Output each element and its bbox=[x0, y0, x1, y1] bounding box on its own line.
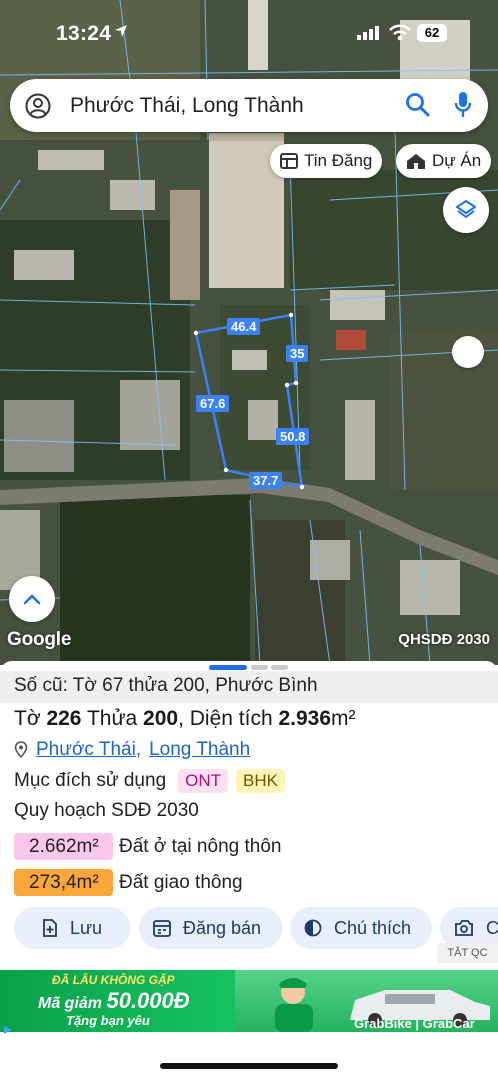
land-use-purpose: Mục đích sử dụng ONT BHK bbox=[14, 769, 285, 793]
plan-area-value: 2.662m² bbox=[14, 833, 113, 860]
location-dot-button[interactable] bbox=[452, 336, 484, 368]
cellular-signal-icon bbox=[357, 26, 379, 40]
comma-separator: , bbox=[135, 739, 142, 760]
dimension-label-top: 46.4 bbox=[227, 318, 261, 335]
post-sale-label: Đăng bán bbox=[183, 917, 262, 938]
district-link[interactable]: Long Thành bbox=[149, 739, 250, 761]
wifi-icon bbox=[389, 24, 411, 41]
plan-label: Quy hoạch SDĐ 2030 bbox=[14, 800, 199, 821]
ad-discount-amount: 50.000Đ bbox=[106, 988, 190, 1013]
home-indicator[interactable] bbox=[160, 1063, 338, 1069]
close-ad-button[interactable]: TẮT QC bbox=[437, 943, 498, 963]
plan-area-type: Đất ở tại nông thôn bbox=[119, 835, 282, 857]
chevron-up-icon bbox=[23, 594, 41, 605]
google-attribution: Google bbox=[7, 629, 72, 650]
legend-label: Chú thích bbox=[334, 917, 412, 938]
area-unit: m² bbox=[331, 707, 356, 730]
house-icon bbox=[407, 153, 425, 169]
sheet-handle-active[interactable] bbox=[209, 665, 247, 670]
legend-button[interactable]: Chú thích bbox=[290, 907, 432, 949]
capture-label: C bbox=[486, 917, 498, 938]
ward-link[interactable]: Phước Thái bbox=[36, 739, 136, 761]
expand-up-button[interactable] bbox=[9, 576, 55, 622]
search-input[interactable] bbox=[70, 93, 390, 118]
contrast-icon bbox=[304, 919, 322, 937]
purpose-tag-bhk[interactable]: BHK bbox=[236, 769, 285, 793]
purpose-tag-ont[interactable]: ONT bbox=[178, 769, 229, 793]
action-bar: Lưu Đăng bán Chú thích C bbox=[14, 907, 498, 949]
ad-brand: GrabBike | GrabCar bbox=[354, 1016, 475, 1031]
microphone-icon[interactable] bbox=[454, 91, 472, 119]
dimension-label-bottom: 37.7 bbox=[249, 472, 283, 489]
account-icon[interactable] bbox=[25, 93, 51, 119]
status-time: 13:24 bbox=[56, 22, 112, 45]
title-prefix: Tờ bbox=[14, 707, 47, 730]
search-icon[interactable] bbox=[405, 92, 431, 118]
app-root: 46.4 35 67.6 50.8 37.7 13:24 62 Phước Th… bbox=[0, 0, 498, 1080]
add-file-icon bbox=[43, 919, 57, 937]
listing-icon bbox=[280, 153, 298, 169]
ad-banner[interactable]: ĐÃ LÂU KHÔNG GẶP Mã giảm 50.000Đ Tặng bạ… bbox=[0, 970, 498, 1032]
area-value: 2.936 bbox=[278, 707, 332, 730]
plan-area-value: 273,4m² bbox=[14, 869, 113, 896]
plan-area-row-residential: 2.662m² Đất ở tại nông thôn bbox=[14, 833, 281, 860]
purpose-label: Mục đích sử dụng bbox=[14, 770, 167, 791]
sheet-number: 226 bbox=[46, 707, 82, 730]
map-pin-icon bbox=[14, 741, 28, 759]
lot-label: Thửa bbox=[81, 707, 144, 730]
ad-discount-prefix: Mã giảm bbox=[38, 995, 107, 1012]
location-arrow-icon bbox=[115, 25, 127, 37]
chip-tin-dang[interactable]: Tin Đăng bbox=[270, 144, 383, 178]
save-button[interactable]: Lưu bbox=[14, 907, 130, 949]
chip-du-an-label: Dự Án bbox=[432, 151, 482, 170]
lot-number: 200 bbox=[143, 707, 179, 730]
chip-tin-dang-label: Tin Đăng bbox=[304, 151, 373, 170]
plan-area-type: Đất giao thông bbox=[119, 871, 243, 893]
ad-subline: Tặng bạn yêu bbox=[66, 1013, 150, 1028]
sheet-handle[interactable] bbox=[271, 665, 288, 670]
layers-button[interactable] bbox=[443, 187, 489, 233]
status-bar: 13:24 62 bbox=[0, 18, 498, 50]
dimension-label-right-upper: 35 bbox=[286, 345, 309, 362]
dimension-label-right: 50.8 bbox=[276, 428, 310, 445]
layers-icon bbox=[456, 200, 476, 218]
plan-area-row-traffic: 273,4m² Đất giao thông bbox=[14, 869, 243, 896]
ad-discount: Mã giảm 50.000Đ bbox=[38, 988, 190, 1014]
parcel-info-sheet: Số cũ: Tờ 67 thửa 200, Phước Bình Tờ 226… bbox=[0, 661, 498, 968]
planning-layer-label: QHSDĐ 2030 bbox=[398, 631, 490, 648]
ad-info-icon[interactable] bbox=[2, 1024, 14, 1036]
sheet-handle[interactable] bbox=[251, 665, 268, 670]
calendar-icon bbox=[153, 920, 171, 937]
chip-du-an[interactable]: Dự Án bbox=[396, 144, 492, 178]
location-row: Phước Thái, Long Thành bbox=[14, 739, 250, 761]
camera-icon bbox=[455, 920, 473, 936]
parcel-title: Tờ 226 Thửa 200, Diện tích 2.936m² bbox=[14, 707, 356, 731]
battery-indicator: 62 bbox=[417, 24, 447, 42]
area-label: , Diện tích bbox=[178, 707, 279, 730]
post-sale-button[interactable]: Đăng bán bbox=[139, 907, 282, 949]
search-bar[interactable] bbox=[10, 79, 488, 132]
satellite-map[interactable]: 46.4 35 67.6 50.8 37.7 13:24 62 Phước Th… bbox=[0, 0, 498, 665]
ad-promo-panel: ĐÃ LÂU KHÔNG GẶP Mã giảm 50.000Đ Tặng bạ… bbox=[0, 970, 235, 1032]
save-label: Lưu bbox=[70, 917, 103, 938]
dimension-label-left: 67.6 bbox=[196, 395, 230, 412]
old-parcel-info: Số cũ: Tờ 67 thửa 200, Phước Bình bbox=[0, 671, 498, 703]
ad-headline: ĐÃ LÂU KHÔNG GẶP bbox=[52, 973, 175, 987]
